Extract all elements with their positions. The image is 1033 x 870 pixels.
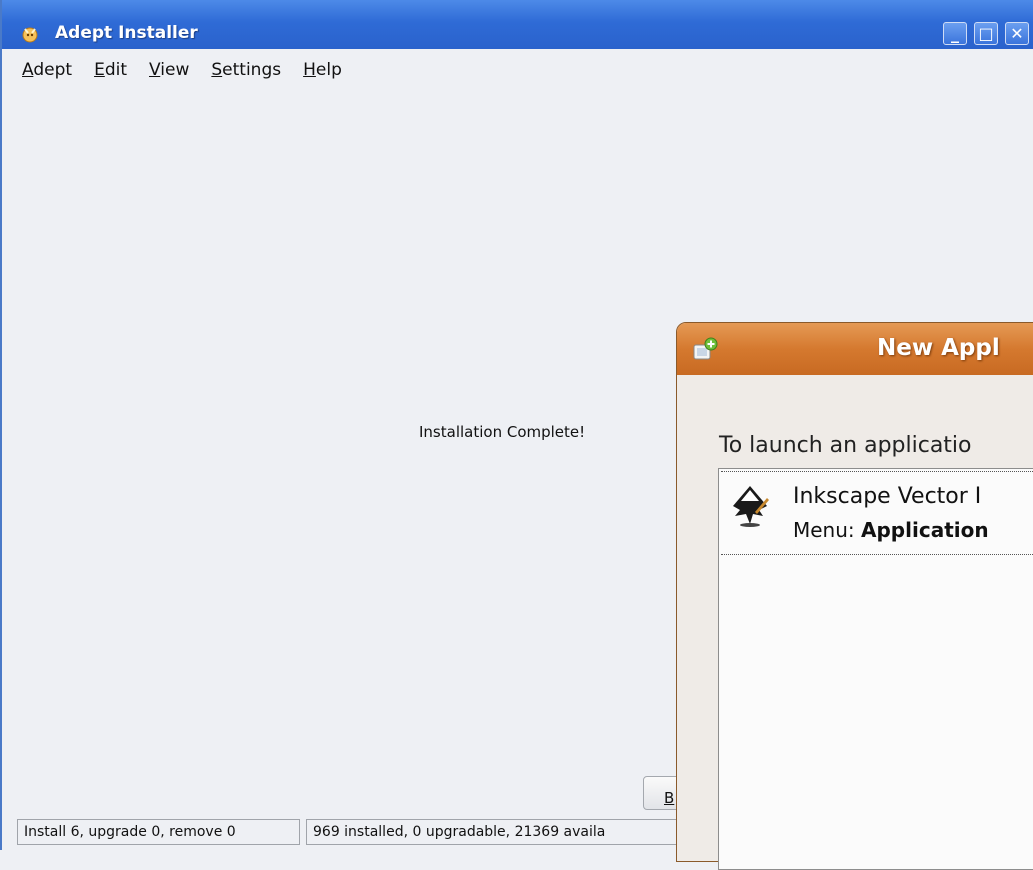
menu-edit-mnemonic: E bbox=[94, 60, 105, 80]
menu-view[interactable]: View bbox=[136, 58, 198, 86]
maximize-icon: □ bbox=[978, 24, 994, 43]
menu-settings-mnemonic: S bbox=[211, 60, 223, 80]
new-applications-dialog: New Appl To launch an applicatio Inkscap… bbox=[676, 322, 1033, 870]
close-icon: ✕ bbox=[1010, 24, 1024, 43]
status-bar: Install 6, upgrade 0, remove 0 969 insta… bbox=[17, 819, 684, 845]
title-bar[interactable]: Adept Installer _ □ ✕ bbox=[2, 0, 1033, 49]
app-menu-location: Menu: Application bbox=[793, 518, 989, 542]
new-application-icon bbox=[693, 337, 718, 360]
app-menu-path: Application bbox=[861, 518, 989, 542]
menu-help-label: elp bbox=[315, 60, 342, 80]
menu-settings-label: ettings bbox=[222, 60, 282, 80]
menu-help-mnemonic: H bbox=[303, 60, 316, 80]
status-changes: Install 6, upgrade 0, remove 0 bbox=[17, 819, 300, 845]
list-item[interactable]: Inkscape Vector I Menu: Application bbox=[721, 471, 1033, 555]
menu-bar: Adept Edit View Settings Help bbox=[10, 58, 351, 86]
menu-settings[interactable]: Settings bbox=[198, 58, 290, 86]
minimize-button[interactable]: _ bbox=[943, 22, 967, 45]
inkscape-icon bbox=[733, 486, 769, 527]
maximize-button[interactable]: □ bbox=[974, 22, 998, 45]
menu-adept-mnemonic: A bbox=[22, 60, 34, 80]
app-name: Inkscape Vector I bbox=[793, 484, 982, 509]
dialog-title-bar[interactable]: New Appl bbox=[677, 323, 1033, 375]
installation-status-message: Installation Complete! bbox=[419, 423, 586, 441]
app-menu-prefix: Menu: bbox=[793, 518, 855, 542]
adept-app-icon bbox=[22, 27, 38, 43]
menu-view-mnemonic: V bbox=[149, 60, 161, 80]
dialog-message: To launch an applicatio bbox=[719, 433, 972, 458]
menu-adept[interactable]: Adept bbox=[10, 58, 81, 86]
menu-adept-label: dept bbox=[33, 60, 73, 80]
close-button[interactable]: ✕ bbox=[1005, 22, 1029, 45]
dialog-title: New Appl bbox=[877, 335, 1000, 361]
menu-edit[interactable]: Edit bbox=[81, 58, 136, 86]
status-summary: 969 installed, 0 upgradable, 21369 avail… bbox=[306, 819, 684, 845]
menu-help[interactable]: Help bbox=[290, 58, 351, 86]
menu-view-label: iew bbox=[160, 60, 190, 80]
window-title: Adept Installer bbox=[55, 23, 198, 43]
menu-edit-label: dit bbox=[104, 60, 127, 80]
back-button-label: B bbox=[664, 789, 675, 807]
new-applications-list: Inkscape Vector I Menu: Application bbox=[718, 468, 1033, 870]
minimize-icon: _ bbox=[951, 24, 959, 43]
